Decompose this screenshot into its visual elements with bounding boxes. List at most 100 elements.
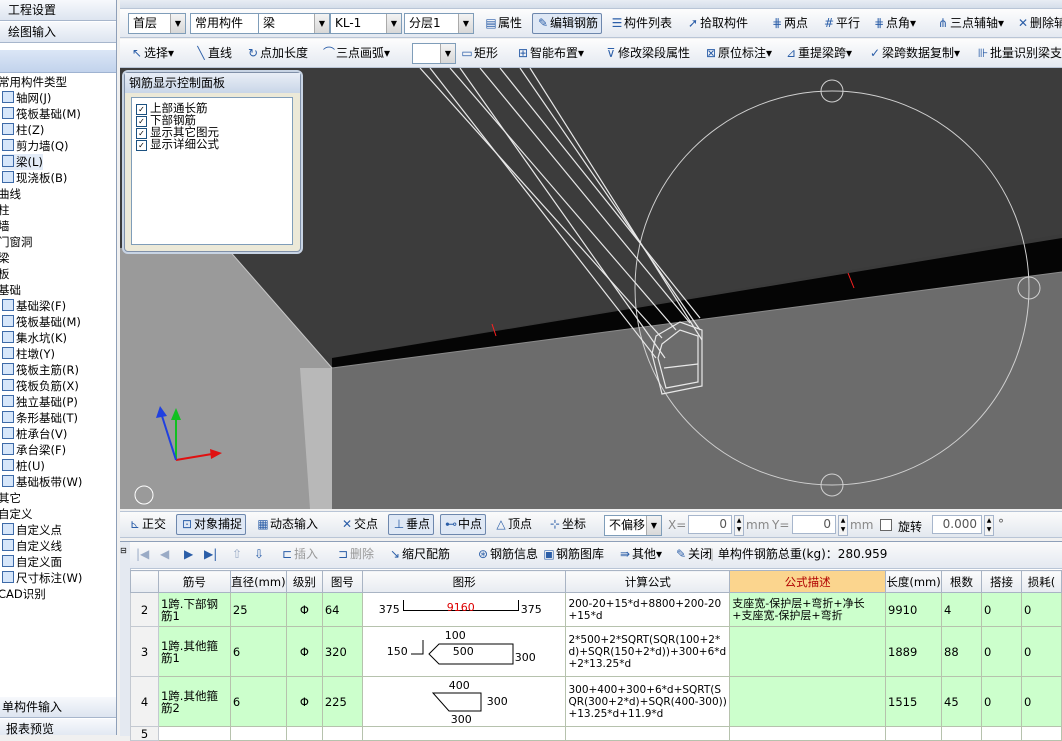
element-select[interactable]: KL-1 ▼ — [330, 13, 402, 34]
bar-name-cell[interactable]: 1跨.其他箍筋2 — [157, 676, 231, 727]
count-cell[interactable]: 45 — [941, 676, 982, 727]
loss-cell[interactable]: 0 — [1020, 626, 1062, 677]
tree-item[interactable]: 门窗洞 — [0, 234, 33, 250]
col-header-loss[interactable]: 损耗( — [1020, 570, 1062, 593]
y-spinner[interactable]: ▲ ▼ — [838, 515, 848, 536]
two-point-axis-button[interactable]: ⋕ 两点 — [770, 13, 808, 34]
dynamic-input-button[interactable]: ▦动态输入 — [256, 514, 318, 535]
edit-rebar-button[interactable]: ✎ 编辑钢筋 — [532, 13, 603, 34]
tree-item[interactable]: 自定义面 — [2, 554, 62, 570]
tree-item[interactable]: 筏板基础(M) — [2, 314, 81, 330]
tree-item[interactable]: 基础板带(W) — [2, 474, 82, 490]
count-cell[interactable]: 4 — [941, 592, 982, 627]
lap-cell[interactable]: 0 — [980, 592, 1022, 627]
tree-item[interactable]: 集水坑(K) — [2, 330, 67, 346]
next-record-button[interactable]: ▶ — [184, 544, 193, 565]
length-cell[interactable]: 9910 — [885, 592, 943, 627]
shape-right-length[interactable]: 300 — [487, 695, 508, 708]
rectangle-button[interactable]: ▭矩形 — [460, 43, 498, 64]
arc-option-select[interactable]: ▼ — [412, 43, 456, 64]
grade-cell[interactable]: Φ — [285, 592, 323, 627]
rotate-spinner[interactable]: ▲ ▼ — [984, 515, 994, 536]
coordinate-snap-button[interactable]: ⊹ 坐标 — [548, 514, 586, 535]
tree-item[interactable]: 板 — [0, 266, 10, 282]
first-record-button[interactable]: |◀ — [136, 544, 149, 565]
lap-cell[interactable]: 0 — [980, 626, 1022, 677]
tree-item[interactable]: 现浇板(B) — [2, 170, 67, 186]
fig-no-cell[interactable] — [321, 726, 363, 741]
diameter-cell[interactable]: 6 — [229, 676, 287, 727]
formula-cell[interactable]: 200-20+15*d+8800+200-20+15*d — [565, 592, 731, 627]
shape-middle-length[interactable]: 9160 — [447, 601, 475, 614]
tree-item[interactable]: 自定义 — [0, 506, 33, 522]
rebar-library-button[interactable]: ▣钢筋图库 — [542, 544, 604, 565]
col-header-formula[interactable]: 计算公式 — [565, 570, 731, 593]
tree-item[interactable]: 基础梁(F) — [2, 298, 66, 314]
move-down-button[interactable]: ⇩ — [254, 544, 264, 565]
midpoint-snap-button[interactable]: ⊷中点 — [440, 514, 487, 535]
formula-cell[interactable]: 300+400+300+6*d+SQRT(SQR(300+2*d)+SQR(40… — [565, 676, 731, 727]
tree-item[interactable]: 梁 — [0, 250, 10, 266]
other-menu-button[interactable]: ⇛ 其他▾ — [618, 544, 662, 565]
ortho-button[interactable]: ⊾ 正交 — [128, 514, 166, 535]
three-point-axis-button[interactable]: ⋔ 三点辅轴▾ — [936, 13, 1004, 34]
count-cell[interactable] — [941, 726, 982, 741]
tree-item[interactable]: 曲线 — [0, 186, 21, 202]
col-header-lap[interactable]: 搭接 — [980, 570, 1022, 593]
re-extract-span-button[interactable]: ⊿ 重提梁跨▾ — [784, 43, 852, 64]
bar-name-cell[interactable]: 1跨.下部钢筋1 — [157, 592, 231, 627]
formula-desc-cell[interactable] — [729, 726, 887, 741]
diameter-cell[interactable] — [229, 726, 287, 741]
shape-cell[interactable]: 375 9160 375 — [361, 592, 567, 627]
fig-no-cell[interactable]: 320 — [321, 626, 363, 677]
lap-cell[interactable] — [980, 726, 1022, 741]
tree-item[interactable]: 自定义线 — [2, 538, 62, 554]
tree-item[interactable]: 常用构件类型 — [0, 74, 67, 90]
last-record-button[interactable]: ▶| — [204, 544, 217, 565]
tree-item[interactable]: 筏板负筋(X) — [2, 378, 79, 394]
tree-item[interactable]: CAD识别 — [0, 586, 46, 602]
shape-right-length[interactable]: 375 — [521, 603, 542, 616]
col-header-count[interactable]: 根数 — [941, 570, 982, 593]
tree-item[interactable]: 承台梁(F) — [2, 442, 66, 458]
point-length-button[interactable]: ↻ 点加长度 — [246, 43, 308, 64]
nav-drawing-input[interactable]: 绘图输入 — [0, 22, 116, 43]
select-button[interactable]: ↖ 选择▾ — [130, 43, 174, 64]
tree-item[interactable]: 尺寸标注(W) — [2, 570, 82, 586]
x-spinner[interactable]: ▲ ▼ — [734, 515, 744, 536]
delete-axis-button[interactable]: ✕ 删除辅 — [1016, 13, 1062, 34]
table-row[interactable]: 5 — [130, 726, 1062, 741]
rotate-angle-input[interactable]: 0.000 — [932, 515, 982, 534]
properties-button[interactable]: ▤属性 — [484, 13, 522, 34]
shape-cell[interactable]: 400 300 300 — [361, 676, 567, 727]
length-cell[interactable]: 1515 — [885, 676, 943, 727]
length-cell[interactable] — [885, 726, 943, 741]
shape-cell[interactable] — [361, 726, 567, 741]
line-button[interactable]: ╲ 直线 — [194, 43, 232, 64]
nav-single-component-input[interactable]: 单构件输入 — [0, 697, 116, 718]
formula-cell[interactable] — [565, 726, 731, 741]
col-header-fig-no[interactable]: 图号 — [321, 570, 363, 593]
tree-item[interactable]: 剪力墙(Q) — [2, 138, 69, 154]
delete-row-button[interactable]: ⊐ 删除 — [336, 544, 374, 565]
offset-mode-select[interactable]: 不偏移 ▼ — [604, 515, 662, 536]
formula-desc-cell[interactable] — [729, 626, 887, 677]
tree-item[interactable]: 柱(Z) — [2, 122, 44, 138]
prev-record-button[interactable]: ◀ — [160, 544, 169, 565]
tree-item[interactable]: 条形基础(T) — [2, 410, 78, 426]
copy-span-data-button[interactable]: ✓ 梁跨数据复制▾ — [868, 43, 960, 64]
point-angle-button[interactable]: ⋕ 点角▾ — [872, 13, 916, 34]
tree-item[interactable]: 筏板基础(M) — [2, 106, 81, 122]
bar-name-cell[interactable] — [157, 726, 231, 741]
col-header-diameter[interactable]: 直径(mm) — [229, 570, 287, 593]
nav-report-preview[interactable]: 报表预览 — [0, 719, 116, 735]
table-row[interactable]: 4 1跨.其他箍筋2 6 Φ 225 400 300 300 300+400+3… — [130, 676, 1062, 727]
col-header-shape[interactable]: 图形 — [361, 570, 567, 593]
parallel-axis-button[interactable]: # 平行 — [822, 13, 860, 34]
loss-cell[interactable]: 0 — [1020, 592, 1062, 627]
col-header-length[interactable]: 长度(mm) — [885, 570, 943, 593]
intersection-snap-button[interactable]: ✕ 交点 — [340, 514, 378, 535]
tree-item[interactable]: 筏板主筋(R) — [2, 362, 79, 378]
col-header-bar-no[interactable]: 筋号 — [157, 570, 231, 593]
formula-cell[interactable]: 2*500+2*SQRT(SQR(100+2*d)+SQR(150+2*d))+… — [565, 626, 731, 677]
